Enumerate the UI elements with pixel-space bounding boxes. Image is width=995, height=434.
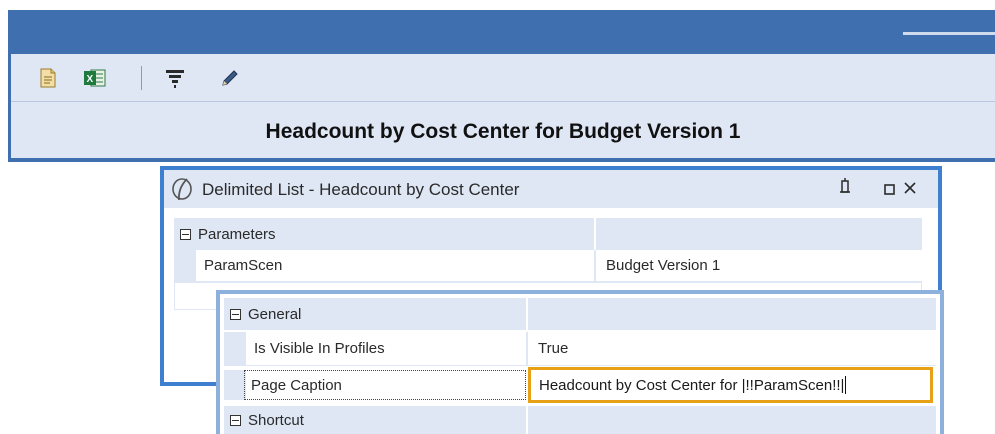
excel-icon[interactable]: X [83, 67, 106, 89]
text-caret [845, 376, 847, 394]
app-logo-icon [170, 176, 194, 202]
general-category-row[interactable]: General [224, 298, 936, 330]
document-icon[interactable] [37, 67, 59, 89]
parameters-category-label: Parameters [198, 225, 276, 243]
minimize-line[interactable] [903, 32, 995, 35]
row-indent [224, 370, 246, 400]
report-window: X Headcount by Cost Center for Budget Ve… [8, 10, 995, 162]
properties-grid: General Is Visible In Profiles True Page… [220, 294, 940, 434]
page-caption-label[interactable]: Page Caption [244, 370, 526, 400]
param-row[interactable]: ParamScen Budget Version 1 [174, 250, 922, 282]
report-header: Headcount by Cost Center for Budget Vers… [11, 102, 995, 158]
dialog-title: Delimited List - Headcount by Cost Cente… [202, 180, 520, 199]
collapse-icon[interactable] [230, 308, 241, 320]
visible-in-profiles-row[interactable]: Is Visible In Profiles True [224, 332, 936, 366]
close-icon[interactable] [904, 181, 916, 199]
visible-in-profiles-value[interactable]: True [526, 332, 936, 366]
filter-icon[interactable] [164, 67, 186, 89]
shortcut-category-label: Shortcut [248, 411, 304, 429]
parameters-category[interactable]: Parameters [180, 218, 594, 250]
collapse-icon[interactable] [230, 414, 241, 426]
param-value[interactable]: Budget Version 1 [594, 250, 922, 282]
pin-icon[interactable] [839, 178, 851, 201]
collapse-icon[interactable] [180, 228, 191, 240]
report-window-titlebar[interactable] [8, 10, 995, 54]
pencil-icon[interactable] [219, 67, 241, 89]
report-title: Headcount by Cost Center for Budget Vers… [265, 120, 741, 143]
toolbar-separator [141, 66, 142, 90]
report-toolbar: X [11, 54, 995, 102]
dialog-titlebar[interactable]: Delimited List - Headcount by Cost Cente… [164, 170, 938, 208]
properties-panel: General Is Visible In Profiles True Page… [216, 290, 944, 434]
parameters-category-value [594, 218, 922, 250]
visible-in-profiles-label[interactable]: Is Visible In Profiles [246, 332, 526, 366]
parameters-category-row[interactable]: Parameters [174, 218, 922, 250]
param-name[interactable]: ParamScen [196, 250, 594, 282]
shortcut-category-value [526, 406, 936, 434]
maximize-icon[interactable] [884, 182, 895, 200]
page-caption-label-text: Page Caption [251, 376, 342, 394]
page-caption-input-text: Headcount by Cost Center for |!!ParamSce… [539, 376, 845, 394]
page-caption-input[interactable]: Headcount by Cost Center for |!!ParamSce… [528, 367, 933, 403]
general-category-label: General [248, 305, 302, 323]
row-indent [224, 332, 246, 366]
shortcut-category[interactable]: Shortcut [230, 406, 526, 434]
general-category-value [526, 298, 936, 330]
svg-text:X: X [87, 74, 94, 85]
shortcut-category-row[interactable]: Shortcut [224, 406, 936, 434]
row-indent [174, 250, 196, 282]
general-category[interactable]: General [230, 298, 526, 330]
